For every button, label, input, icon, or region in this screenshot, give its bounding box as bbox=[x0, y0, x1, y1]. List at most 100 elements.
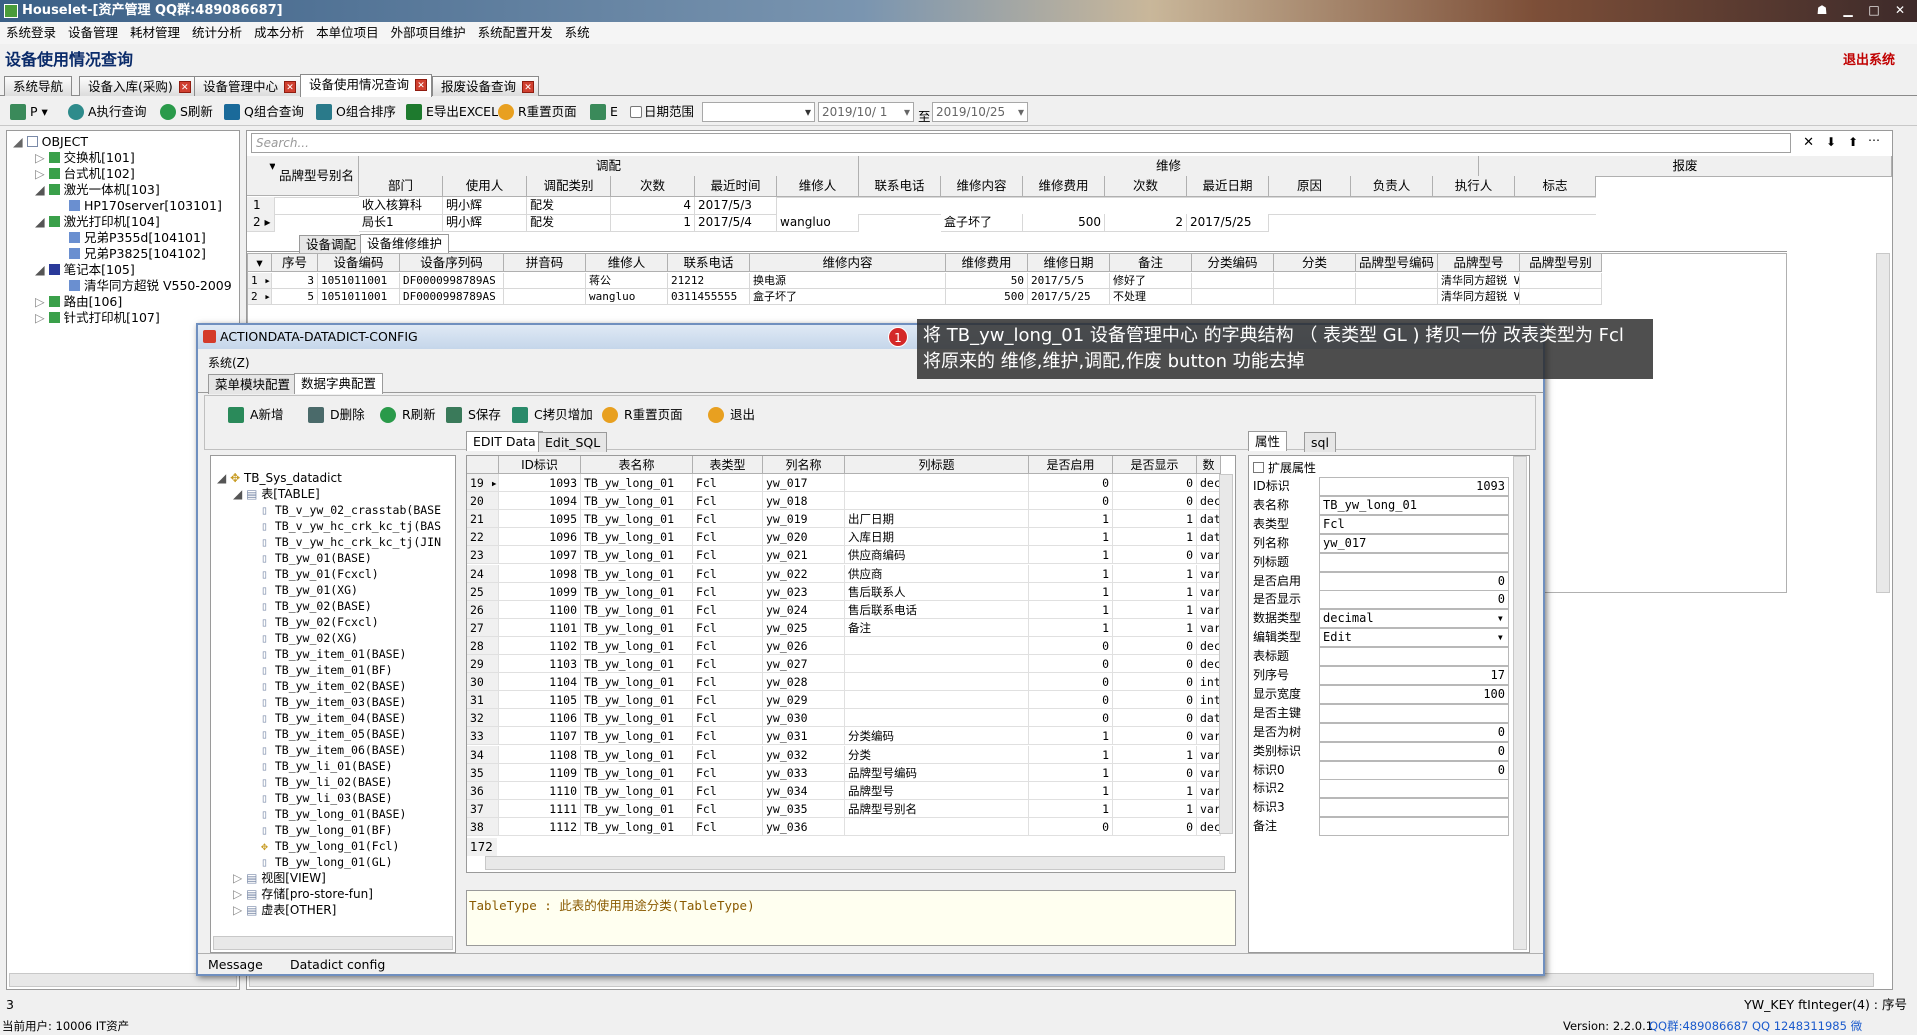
property-value[interactable]: 0 bbox=[1319, 760, 1509, 780]
date-from-input[interactable]: 2019/10/ 1 ▾ bbox=[818, 102, 914, 122]
table-cell[interactable]: TB_yw_long_01 bbox=[581, 745, 693, 764]
property-value[interactable]: decimal ▾ bbox=[1319, 609, 1509, 629]
column-header[interactable]: 设备序列码 bbox=[400, 254, 504, 272]
table-cell[interactable]: yw_028 bbox=[763, 673, 845, 692]
column-header[interactable]: 维修内容 bbox=[750, 254, 946, 272]
table-cell[interactable]: TB_yw_long_01 bbox=[581, 636, 693, 655]
search-input[interactable]: Search... bbox=[251, 133, 1791, 153]
table-cell[interactable]: 2017/5/4 bbox=[695, 214, 777, 232]
tree-node-table-item[interactable]: ▯ TB_yw_item_03(BASE) bbox=[261, 695, 406, 710]
table-cell[interactable] bbox=[1520, 273, 1602, 289]
table-cell[interactable]: 1 bbox=[1113, 582, 1197, 601]
table-cell[interactable]: yw_018 bbox=[763, 492, 845, 511]
table-cell[interactable] bbox=[1269, 197, 1351, 198]
tree-node-table-item[interactable]: ▯ TB_v_yw_02_crasstab(BASE bbox=[261, 503, 441, 518]
property-value[interactable]: 0 bbox=[1319, 590, 1509, 610]
table-cell[interactable]: 1051011001 bbox=[318, 289, 400, 305]
save-button[interactable]: S保存 bbox=[446, 405, 501, 425]
row-number[interactable]: 25 bbox=[467, 582, 499, 601]
tree-node-table-item[interactable]: ▯ TB_v_yw_hc_crk_kc_tj(JIN bbox=[261, 535, 441, 550]
table-cell[interactable] bbox=[941, 197, 1023, 198]
add-button[interactable]: A新增 bbox=[228, 405, 284, 425]
column-header[interactable]: 执行人 bbox=[1433, 176, 1515, 197]
table-cell[interactable] bbox=[1105, 197, 1187, 198]
table-cell[interactable]: 0 bbox=[1029, 817, 1113, 836]
column-header[interactable]: 是否启用 bbox=[1029, 456, 1113, 474]
column-header[interactable]: 数 bbox=[1197, 456, 1221, 474]
tree-node-table-item[interactable]: ▯ TB_yw_long_01(GL) bbox=[261, 855, 393, 870]
table-cell[interactable] bbox=[1274, 289, 1356, 305]
table-cell[interactable] bbox=[845, 655, 1029, 673]
column-header[interactable]: 次数 bbox=[1105, 176, 1187, 197]
table-cell[interactable]: wangluo bbox=[777, 214, 859, 232]
table-cell[interactable]: var bbox=[1197, 727, 1221, 746]
property-value[interactable]: 1093 bbox=[1319, 477, 1509, 496]
table-cell[interactable] bbox=[845, 492, 1029, 511]
table-cell[interactable]: Fcl bbox=[693, 673, 763, 692]
table-cell[interactable]: 1112 bbox=[499, 817, 581, 836]
table-cell[interactable]: yw_030 bbox=[763, 709, 845, 728]
table-cell[interactable]: Fcl bbox=[693, 781, 763, 800]
table-cell[interactable]: 0 bbox=[1029, 709, 1113, 728]
tree-node[interactable]: ◢ 激光打印机[104] bbox=[35, 214, 160, 229]
table-cell[interactable]: 0 bbox=[1113, 673, 1197, 692]
table-cell[interactable]: 1093 bbox=[499, 474, 581, 492]
table-cell[interactable] bbox=[845, 636, 1029, 655]
table-cell[interactable]: var bbox=[1197, 745, 1221, 764]
table-cell[interactable]: 0 bbox=[1113, 474, 1197, 492]
table-cell[interactable]: 2017/5/5 bbox=[1028, 273, 1110, 289]
table-cell[interactable]: 1095 bbox=[499, 510, 581, 529]
column-header[interactable]: 联系电话 bbox=[668, 254, 750, 272]
tab-scrapped-query[interactable]: 报废设备查询 ✕ bbox=[432, 76, 540, 96]
table-cell[interactable]: 分类 bbox=[845, 745, 1029, 764]
row-number[interactable]: 34 bbox=[467, 745, 499, 764]
reset-page-button[interactable]: R重置页面 bbox=[496, 102, 577, 122]
menu-item-stats[interactable]: 统计分析 bbox=[186, 22, 248, 44]
table-cell[interactable]: int bbox=[1197, 673, 1221, 692]
table-cell[interactable]: 0 bbox=[1113, 763, 1197, 782]
table-cell[interactable]: TB_yw_long_01 bbox=[581, 781, 693, 800]
table-cell[interactable]: Fcl bbox=[693, 600, 763, 619]
table-cell[interactable] bbox=[1187, 197, 1269, 198]
table-cell[interactable]: yw_031 bbox=[763, 727, 845, 746]
delete-button[interactable]: D删除 bbox=[308, 405, 365, 425]
table-cell[interactable]: yw_029 bbox=[763, 691, 845, 710]
tree-node-other[interactable]: ▷ ▤ 虚表[OTHER] bbox=[233, 903, 336, 918]
table-cell[interactable]: var bbox=[1197, 763, 1221, 782]
table-cell[interactable]: 1 bbox=[1029, 727, 1113, 746]
table-cell[interactable]: var bbox=[1197, 799, 1221, 818]
table-cell[interactable]: 1102 bbox=[499, 636, 581, 655]
column-header[interactable]: 品牌型号编码 bbox=[1356, 254, 1438, 272]
column-header[interactable]: 联系电话 bbox=[859, 176, 941, 197]
table-cell[interactable] bbox=[845, 709, 1029, 728]
table-cell[interactable]: 1 bbox=[1113, 510, 1197, 529]
column-header[interactable]: 调配类别 bbox=[527, 176, 611, 197]
table-cell[interactable]: Fcl bbox=[693, 582, 763, 601]
table-cell[interactable]: 1100 bbox=[499, 600, 581, 619]
table-cell[interactable]: TB_yw_long_01 bbox=[581, 618, 693, 637]
table-cell[interactable]: 1108 bbox=[499, 745, 581, 764]
menu-item-device[interactable]: 设备管理 bbox=[62, 22, 124, 44]
table-cell[interactable]: 1 bbox=[1113, 600, 1197, 619]
property-value[interactable] bbox=[1319, 779, 1509, 799]
table-cell[interactable]: yw_017 bbox=[763, 474, 845, 492]
print-button[interactable]: P ▾ bbox=[8, 102, 48, 122]
table-cell[interactable]: yw_020 bbox=[763, 528, 845, 547]
tree-node[interactable]: ◢ 激光一体机[103] bbox=[35, 182, 160, 197]
table-cell[interactable]: TB_yw_long_01 bbox=[581, 600, 693, 619]
tab-menu-module-config[interactable]: 菜单模块配置 bbox=[208, 374, 298, 394]
table-cell[interactable]: 5 bbox=[272, 289, 318, 305]
table-cell[interactable]: 0 bbox=[1029, 636, 1113, 655]
table-cell[interactable]: 售后联系人 bbox=[845, 582, 1029, 601]
table-cell[interactable]: DF0000998789AS bbox=[400, 273, 504, 289]
table-cell[interactable]: TB_yw_long_01 bbox=[581, 673, 693, 692]
table-cell[interactable]: 分类编码 bbox=[845, 727, 1029, 746]
table-cell[interactable]: 1 bbox=[1113, 745, 1197, 764]
row-number[interactable]: 2 ▸ bbox=[247, 214, 275, 232]
date-to-input[interactable]: 2019/10/25 ▾ bbox=[932, 102, 1028, 122]
table-cell[interactable] bbox=[504, 273, 586, 289]
row-number[interactable]: 38 bbox=[467, 817, 499, 836]
column-header[interactable]: 表名称 bbox=[581, 456, 693, 474]
table-cell[interactable]: 1098 bbox=[499, 564, 581, 583]
table-cell[interactable] bbox=[1192, 273, 1274, 289]
